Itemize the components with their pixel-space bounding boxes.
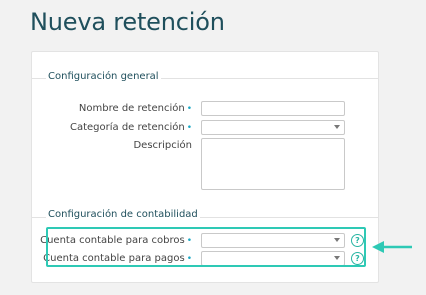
section-title-general: Configuración general xyxy=(46,71,161,82)
categoria-retencion-select[interactable] xyxy=(201,120,345,135)
arrow-left-icon xyxy=(372,241,412,253)
section-title-contabilidad: Configuración de contabilidad xyxy=(46,209,200,220)
nombre-retencion-input[interactable] xyxy=(201,101,345,116)
page-title: Nueva retención xyxy=(30,8,225,36)
label-descripcion: Descripción xyxy=(32,140,192,151)
required-indicator: • xyxy=(186,123,192,133)
label-nombre-text: Nombre de retención xyxy=(78,103,185,114)
required-indicator: • xyxy=(186,104,192,114)
label-descripcion-text: Descripción xyxy=(133,140,192,151)
label-nombre: Nombre de retención • xyxy=(32,103,192,114)
label-categoria-text: Categoría de retención xyxy=(69,122,185,133)
highlight-box xyxy=(46,227,366,267)
descripcion-textarea[interactable] xyxy=(201,138,345,190)
label-categoria: Categoría de retención • xyxy=(32,122,192,133)
chevron-down-icon xyxy=(334,125,340,129)
